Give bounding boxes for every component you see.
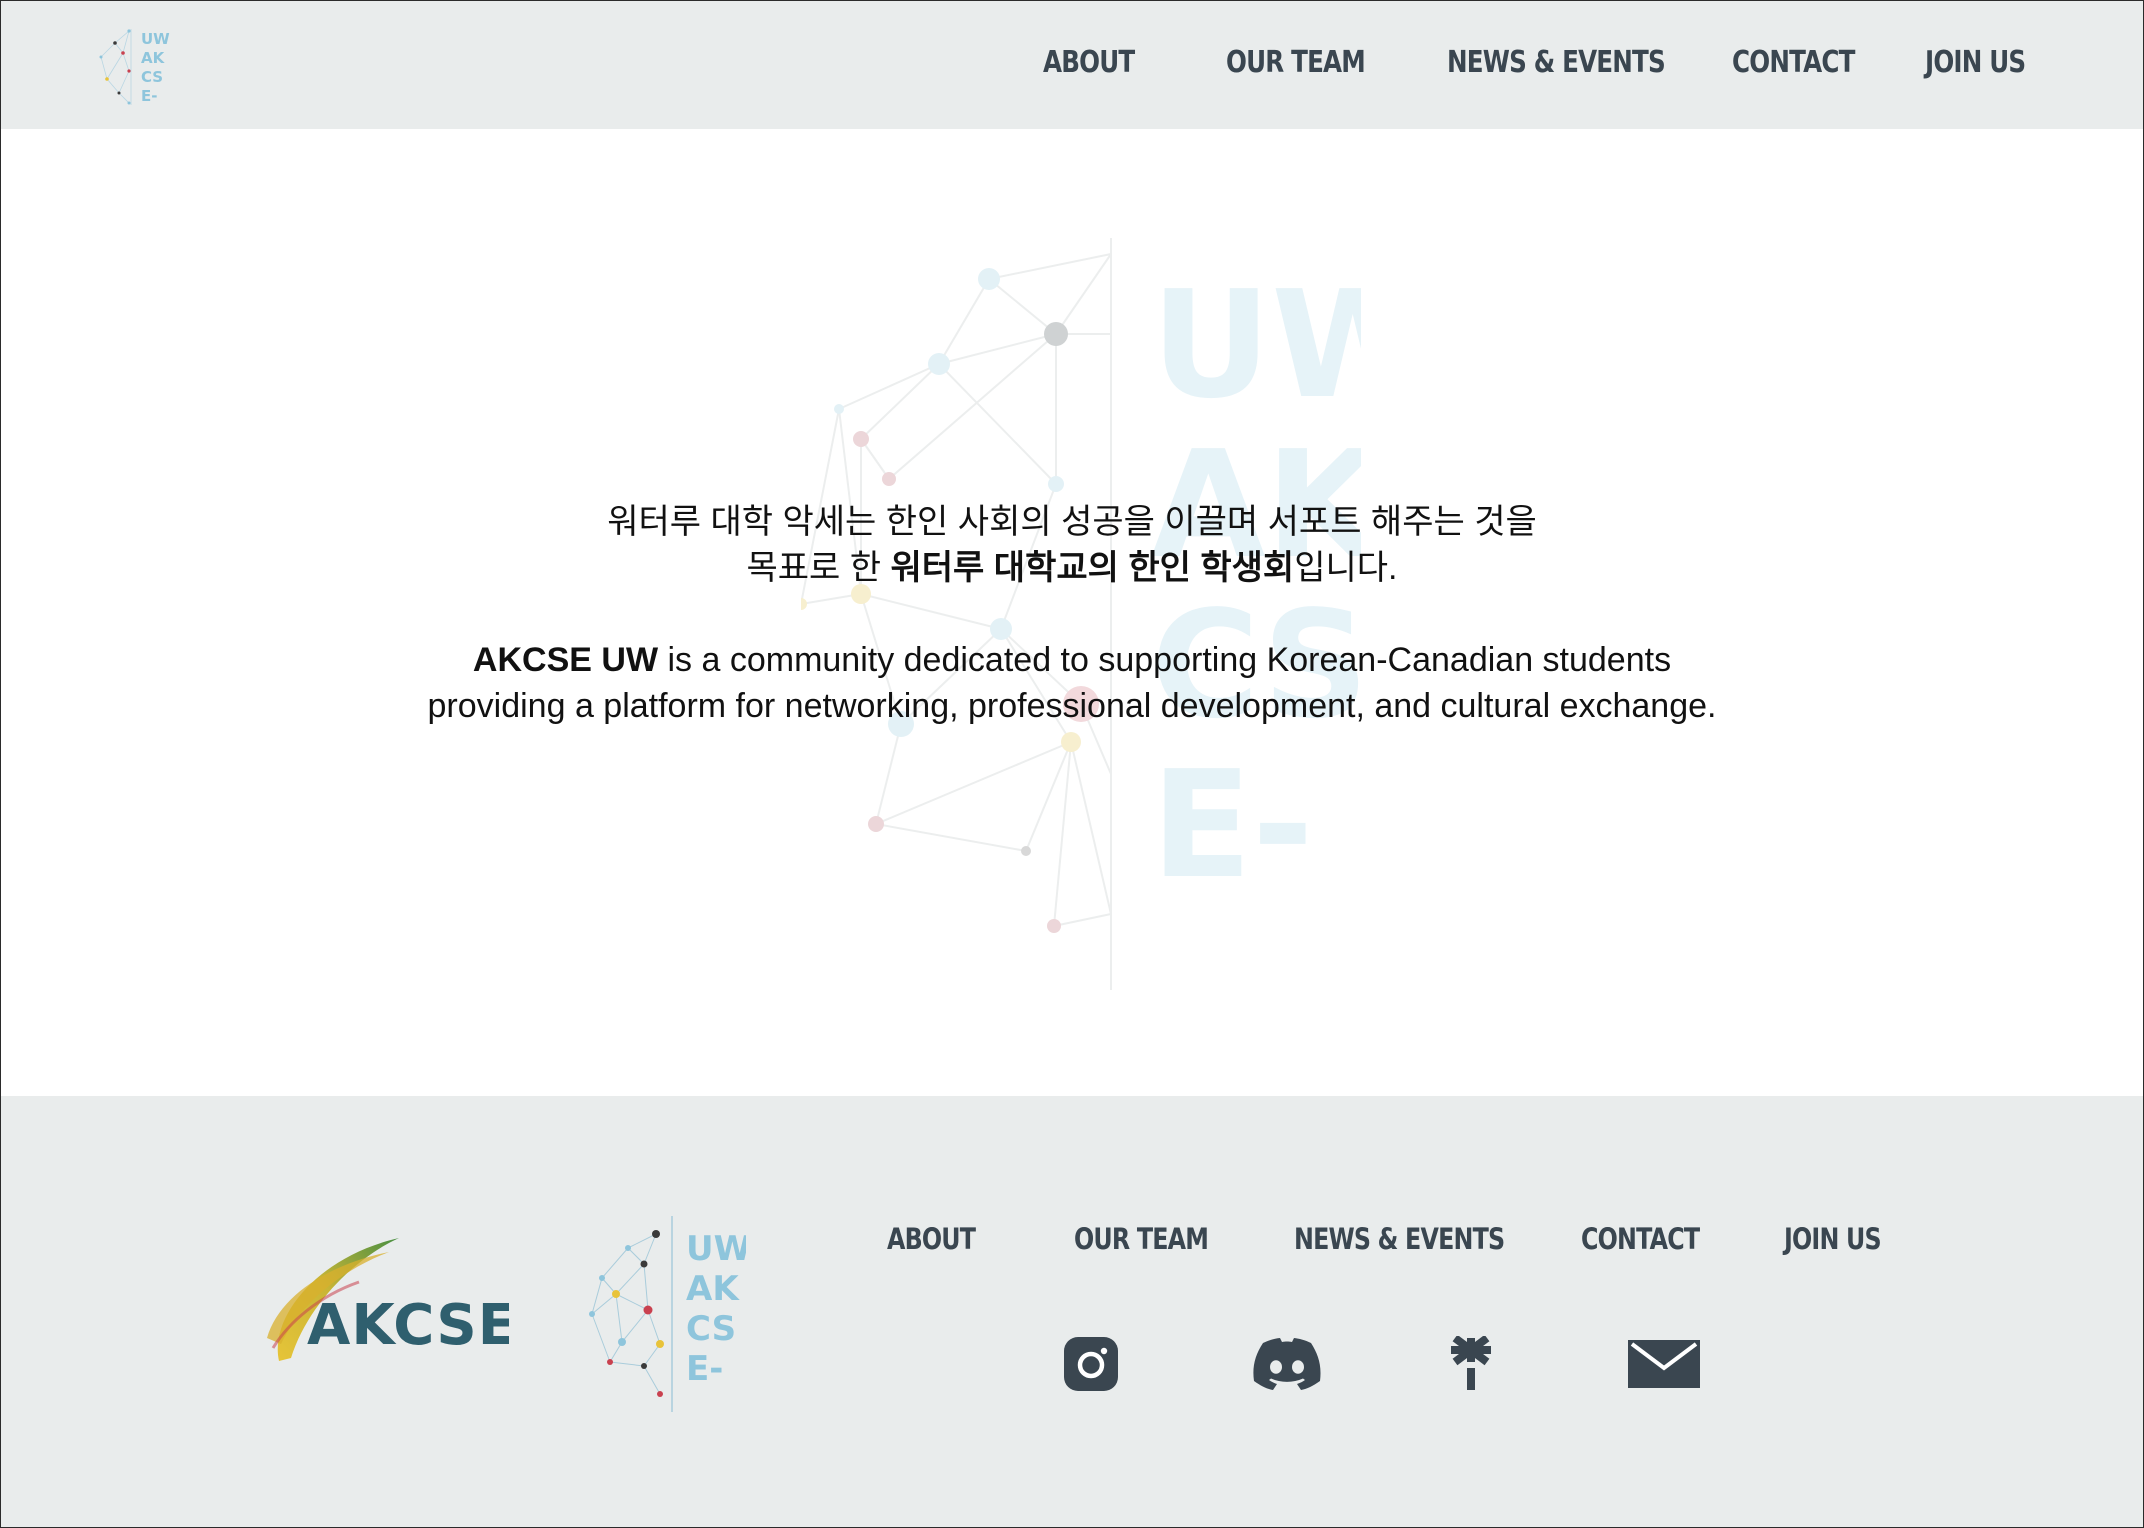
footer-logo-line-2: AK — [686, 1269, 740, 1309]
footer-nav-about[interactable]: ABOUT — [887, 1222, 976, 1256]
site-header: UW AK CS E- ABOUT OUR TEAM NEWS & EVENTS… — [1, 1, 2143, 129]
logo-line-1: UW — [141, 30, 170, 48]
watermark-line-4: E- — [1151, 739, 1314, 911]
korean-suffix: 입니다. — [1294, 549, 1398, 587]
email-icon — [1628, 1340, 1700, 1388]
discord-icon — [1253, 1338, 1321, 1390]
page: UW AK CS E- ABOUT OUR TEAM NEWS & EVENTS… — [0, 0, 2144, 1528]
korean-line-2: 목표로 한 워터루 대학교의 한인 학생회입니다. — [1, 545, 2143, 591]
akcse-logo-text: AKCSE — [307, 1293, 509, 1358]
korean-prefix: 목표로 한 — [746, 549, 891, 587]
korean-bold-org: 워터루 대학교의 한인 학생회 — [890, 549, 1295, 587]
linktree-icon — [1451, 1336, 1491, 1390]
hero-section: UW AK CS E- 워터루 대학 악세는 한인 사회의 성공을 이끌며 서포… — [1, 129, 2143, 1096]
watermark-line-1: UW — [1151, 259, 1361, 431]
english-line-2: providing a platform for networking, pro… — [427, 687, 1717, 725]
korean-line-1: 워터루 대학 악세는 한인 사회의 성공을 이끌며 서포트 해주는 것을 — [607, 503, 1537, 541]
discord-link[interactable] — [1251, 1334, 1323, 1394]
nav-contact[interactable]: CONTACT — [1732, 45, 1855, 80]
footer-nav-news-events[interactable]: NEWS & EVENTS — [1294, 1222, 1505, 1256]
instagram-link[interactable] — [1055, 1334, 1127, 1394]
email-link[interactable] — [1628, 1334, 1700, 1394]
linktree-link[interactable] — [1435, 1334, 1507, 1394]
nav-join-us[interactable]: JOIN US — [1925, 45, 2026, 80]
site-footer: AKCSE UW AK CS E- ABOUT OUR TEAM NEWS & … — [1, 1096, 2143, 1527]
footer-logo-line-1: UW — [686, 1229, 746, 1269]
logo-line-3: CS — [141, 68, 163, 86]
footer-logo-line-3: CS — [686, 1309, 736, 1349]
english-line-1-rest: is a community dedicated to supporting K… — [658, 641, 1672, 679]
instagram-icon — [1064, 1337, 1118, 1391]
logo-line-4: E- — [141, 87, 157, 105]
nav-news-events[interactable]: NEWS & EVENTS — [1447, 45, 1666, 80]
nav-our-team[interactable]: OUR TEAM — [1226, 45, 1366, 80]
hero-description: 워터루 대학 악세는 한인 사회의 성공을 이끌며 서포트 해주는 것을 목표로… — [1, 499, 2143, 729]
uwakcse-logo[interactable]: UW AK CS E- — [93, 27, 173, 107]
akcse-logo[interactable]: AKCSE — [259, 1226, 509, 1376]
english-org-name: AKCSE UW — [472, 641, 659, 679]
english-line-1: AKCSE UW is a community dedicated to sup… — [1, 637, 2143, 683]
footer-logo-line-4: E- — [686, 1349, 723, 1389]
logo-line-2: AK — [141, 49, 166, 67]
footer-nav-our-team[interactable]: OUR TEAM — [1074, 1222, 1209, 1256]
footer-nav-join-us[interactable]: JOIN US — [1784, 1222, 1882, 1256]
nav-about[interactable]: ABOUT — [1043, 45, 1135, 80]
uwakcse-footer-logo[interactable]: UW AK CS E- — [586, 1214, 746, 1414]
footer-nav-contact[interactable]: CONTACT — [1581, 1222, 1700, 1256]
